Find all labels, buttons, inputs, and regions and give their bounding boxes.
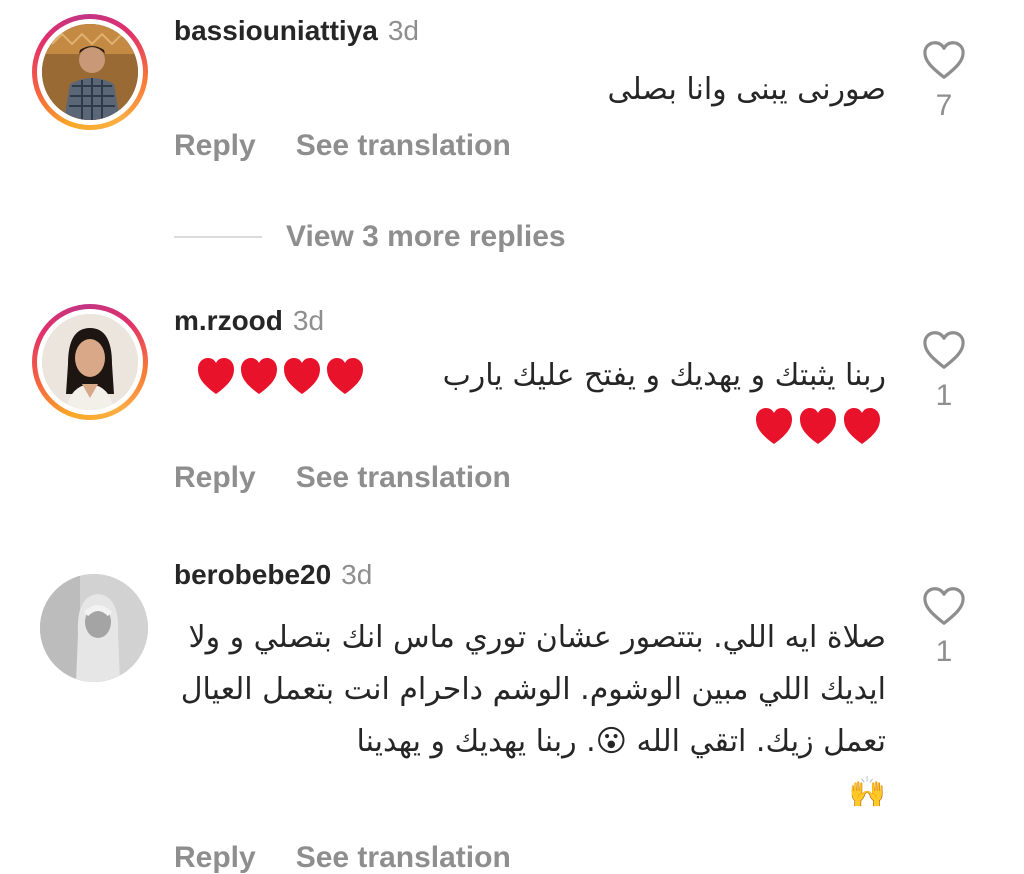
- username[interactable]: m.rzood: [174, 305, 283, 336]
- like-control: 1: [918, 586, 970, 670]
- avatar-photo-man: [42, 24, 138, 120]
- username[interactable]: berobebe20: [174, 559, 331, 590]
- raised-hands-emoji: 🙌: [848, 774, 886, 810]
- reply-button[interactable]: Reply: [174, 461, 256, 494]
- heart-outline-icon[interactable]: [922, 40, 966, 80]
- like-control: 1: [918, 330, 970, 414]
- avatar[interactable]: [40, 574, 148, 682]
- comment-actions: Reply See translation: [174, 460, 511, 496]
- comment-actions: Reply See translation: [174, 840, 511, 874]
- heart-emoji-row-icon: [756, 408, 880, 444]
- divider: [174, 236, 262, 238]
- like-count: 1: [935, 635, 953, 668]
- comments-page: bassiouniattiya 3d صورنى يبنى وانا بصلى R…: [0, 0, 1024, 874]
- comment-item: m.rzood 3d ربنا يثبتك و يهديك و يفتح عليك…: [0, 290, 1024, 520]
- view-more-replies[interactable]: View 3 more replies: [174, 218, 566, 256]
- reply-button[interactable]: Reply: [174, 841, 256, 874]
- like-control: 7: [918, 40, 970, 124]
- avatar[interactable]: [32, 14, 148, 130]
- heart-outline-icon[interactable]: [922, 586, 966, 626]
- comment-text: صلاة ايه اللي. بتتصور عشان توري ماس انك …: [180, 620, 886, 759]
- see-translation-button[interactable]: See translation: [296, 461, 511, 494]
- username[interactable]: bassiouniattiya: [174, 15, 378, 46]
- like-count: 1: [935, 379, 953, 412]
- like-count: 7: [935, 89, 953, 122]
- comment-actions: Reply See translation: [174, 128, 511, 164]
- timestamp: 3d: [387, 15, 419, 46]
- view-more-replies-label: View 3 more replies: [286, 220, 566, 253]
- avatar-photo-woman: [42, 314, 138, 410]
- see-translation-button[interactable]: See translation: [296, 129, 511, 162]
- comment-item: bassiouniattiya 3d صورنى يبنى وانا بصلى R…: [0, 0, 1024, 200]
- comment-text: ربنا يثبتك و يهديك و يفتح عليك يارب: [442, 358, 886, 393]
- reply-button[interactable]: Reply: [174, 129, 256, 162]
- timestamp: 3d: [292, 305, 325, 336]
- avatar-photo-woman-grayscale: [40, 574, 148, 682]
- heart-emoji-row-icon: [198, 358, 363, 394]
- comment-item: berobebe20 3d صلاة ايه اللي. بتتصور عشان …: [0, 556, 1024, 874]
- timestamp: 3d: [341, 559, 373, 590]
- see-translation-button[interactable]: See translation: [296, 841, 511, 874]
- avatar[interactable]: [32, 304, 148, 420]
- comment-text: صورنى يبنى وانا بصلى: [607, 72, 887, 107]
- heart-outline-icon[interactable]: [922, 330, 966, 370]
- comment-emoji: 🙌: [174, 768, 886, 817]
